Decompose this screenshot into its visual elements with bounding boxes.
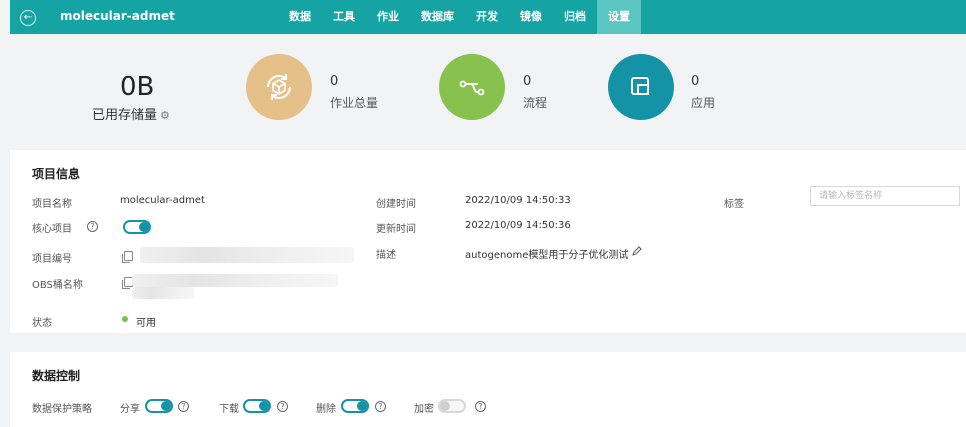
delete-label: 删除 (316, 404, 336, 415)
created-time-label: 创建时间 (376, 199, 416, 210)
tag-label: 标签 (724, 199, 744, 210)
jobs-count: 0 (330, 74, 339, 89)
app-window-icon (631, 77, 649, 95)
encrypt-toggle[interactable] (438, 399, 466, 413)
tab-data[interactable]: 数据 (278, 0, 322, 34)
tab-images[interactable]: 镜像 (509, 0, 553, 34)
project-name-label: 项目名称 (32, 199, 72, 210)
apps-label: 应用 (691, 96, 716, 110)
tab-database[interactable]: 数据库 (410, 0, 465, 34)
storage-label-text: 已用存储量 (92, 108, 158, 123)
protection-policy-label: 数据保护策略 (32, 404, 92, 415)
tab-archive[interactable]: 归档 (553, 0, 597, 34)
obs-bucket-value (132, 274, 338, 287)
flows-stat-icon (439, 54, 505, 120)
project-id-label: 项目编号 (32, 254, 72, 265)
help-icon[interactable]: ? (87, 221, 98, 232)
project-id-value (140, 247, 354, 263)
workflow-icon (459, 80, 485, 96)
storage-value: 0B (120, 72, 155, 102)
toggle-knob (440, 401, 450, 411)
project-title: molecular-admet (60, 9, 175, 23)
updated-time-label: 更新时间 (376, 224, 416, 235)
tab-tools[interactable]: 工具 (322, 0, 366, 34)
project-name-value: molecular-admet (120, 195, 205, 206)
project-info-title: 项目信息 (32, 167, 81, 181)
apps-stat-icon (608, 54, 674, 120)
flows-count: 0 (523, 74, 532, 89)
top-nav-bar: ← molecular-admet 数据 工具 作业 数据库 开发 镜像 归档 … (10, 0, 966, 34)
edit-pencil-icon[interactable] (631, 245, 643, 257)
nav-tabs: 数据 工具 作业 数据库 开发 镜像 归档 设置 (278, 0, 641, 34)
settings-icon[interactable]: ⚙ (160, 109, 170, 122)
tab-develop[interactable]: 开发 (465, 0, 509, 34)
toggle-knob (161, 401, 171, 411)
created-time-value: 2022/10/09 14:50:33 (465, 195, 571, 206)
apps-count: 0 (691, 74, 700, 89)
arrow-left-icon[interactable]: ← (20, 10, 36, 26)
tab-settings[interactable]: 设置 (597, 0, 641, 34)
cycle-box-icon (266, 74, 292, 100)
encrypt-label: 加密 (414, 404, 434, 415)
tag-input[interactable] (810, 186, 960, 206)
core-project-toggle[interactable] (123, 220, 151, 234)
updated-time-value: 2022/10/09 14:50:36 (465, 220, 571, 231)
flows-label: 流程 (523, 96, 548, 110)
description-label: 描述 (376, 250, 396, 261)
share-label: 分享 (120, 404, 140, 415)
description-value: autogenome模型用于分子优化测试 (465, 250, 629, 261)
storage-label: 已用存储量 ⚙ (92, 104, 170, 123)
download-label: 下载 (219, 404, 239, 415)
download-toggle[interactable] (243, 399, 271, 413)
toggle-knob (357, 401, 367, 411)
data-control-title: 数据控制 (32, 369, 81, 383)
status-dot (122, 316, 128, 322)
jobs-label: 作业总量 (330, 96, 379, 110)
toggle-knob (259, 401, 269, 411)
help-icon[interactable]: ? (277, 401, 288, 412)
share-toggle[interactable] (145, 399, 173, 413)
toggle-knob (139, 222, 149, 232)
data-control-card: 数据控制 数据保护策略 分享 ? 下载 ? 删除 ? 加密 ? (10, 352, 966, 427)
project-info-card: 项目信息 项目名称 molecular-admet 核心项目 ? 项目编号 OB… (10, 150, 966, 333)
tab-jobs[interactable]: 作业 (366, 0, 410, 34)
help-icon[interactable]: ? (178, 401, 189, 412)
status-value: 可用 (136, 318, 156, 329)
status-label: 状态 (32, 318, 52, 329)
jobs-stat-icon (246, 54, 312, 120)
obs-bucket-label: OBS桶名称 (32, 280, 83, 291)
help-icon[interactable]: ? (375, 401, 386, 412)
help-icon[interactable]: ? (475, 401, 486, 412)
core-project-label: 核心项目 (32, 224, 72, 235)
obs-bucket-value-overflow (132, 287, 194, 299)
copy-icon[interactable] (122, 251, 133, 263)
stats-panel: 0B 已用存储量 ⚙ 0 作业总量 0 流程 0 应用 (10, 34, 966, 140)
delete-toggle[interactable] (341, 399, 369, 413)
